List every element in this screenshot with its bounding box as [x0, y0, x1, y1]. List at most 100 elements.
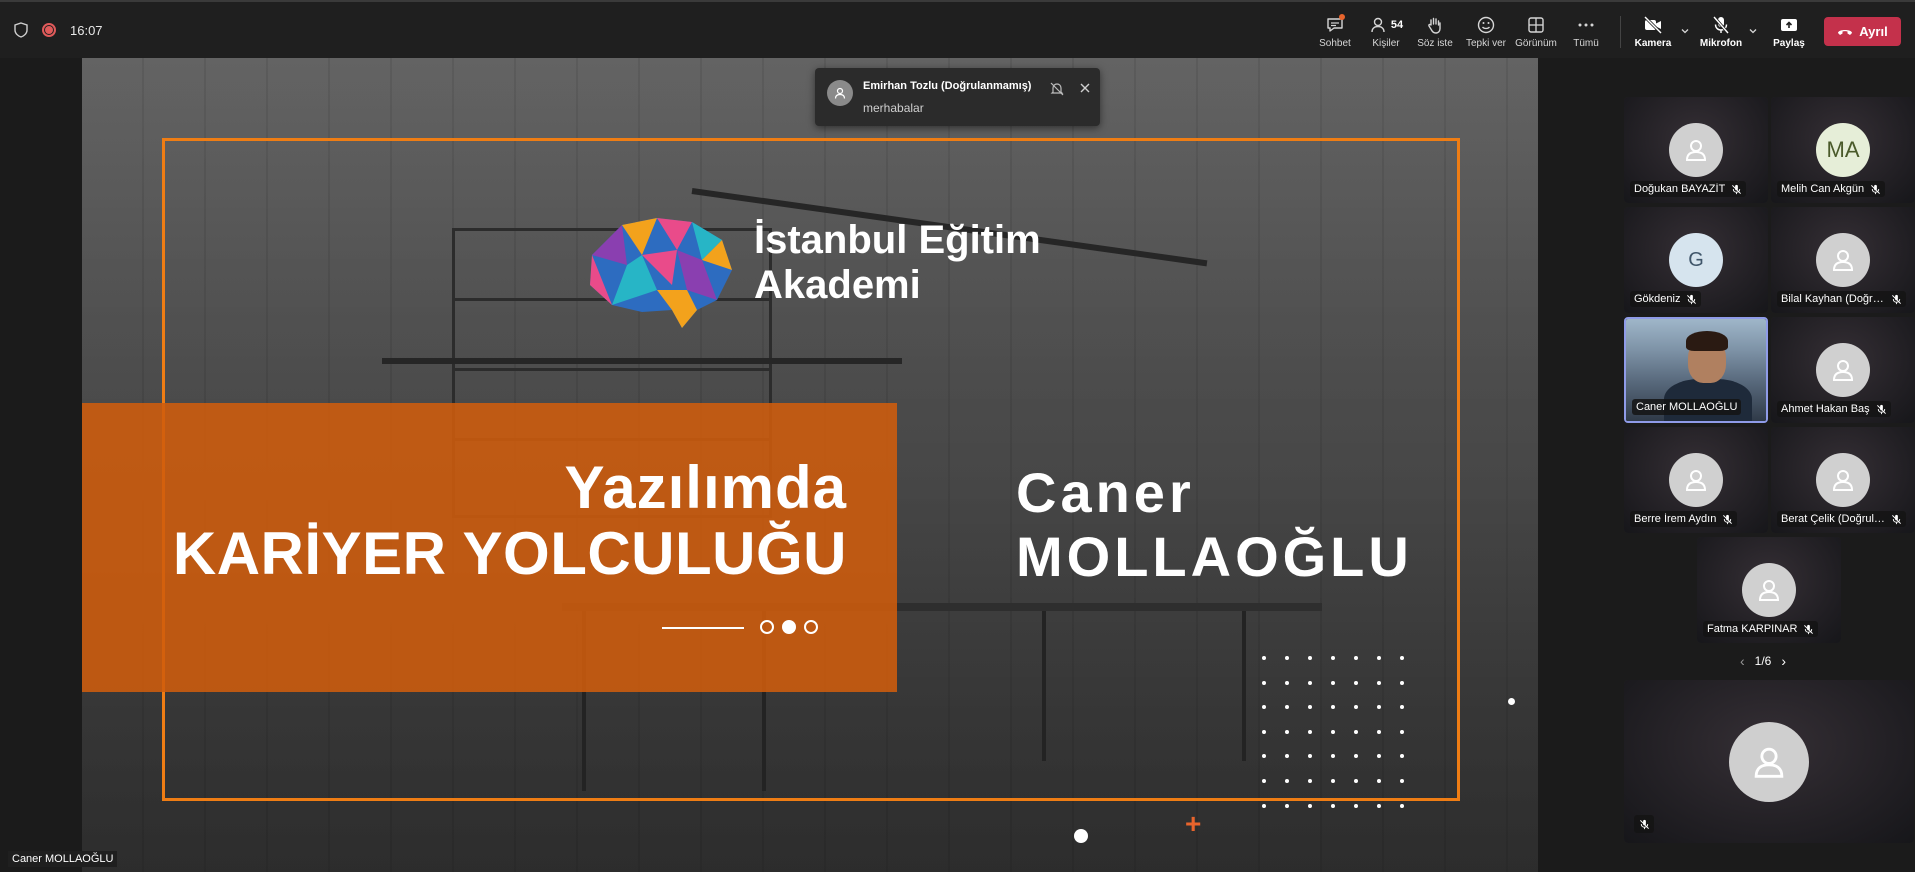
plus-icon: + — [1185, 808, 1202, 839]
mic-muted-icon — [1892, 294, 1901, 304]
video-person — [1686, 331, 1728, 351]
slide-title-line1: Yazılımda — [564, 454, 847, 521]
mic-options-chevron-icon[interactable] — [1748, 26, 1758, 36]
people-count: 54 — [1390, 19, 1404, 31]
participant-label: Bilal Kayhan (Doğrulanmamış) — [1777, 291, 1906, 307]
raise-hand-label: Söz iste — [1417, 38, 1453, 49]
initials-avatar: MA — [1816, 123, 1870, 177]
leave-label: Ayrıl — [1859, 24, 1888, 39]
presenter-last-name: MOLLAOĞLU — [1016, 525, 1413, 588]
mic-label: Mikrofon — [1699, 38, 1743, 49]
toolbar-divider — [1620, 16, 1621, 48]
decorative-line — [662, 627, 744, 629]
participant-label: Doğukan BAYAZİT — [1630, 181, 1747, 197]
notification-message: merhabalar — [863, 101, 924, 115]
mute-notifications-icon[interactable] — [1049, 81, 1065, 97]
camera-off-icon — [1643, 15, 1663, 35]
participant-label: Caner MOLLAOĞLU — [1632, 399, 1742, 415]
brand-name-line1: İstanbul Eğitim — [754, 218, 1041, 262]
participant-tile[interactable]: Bilal Kayhan (Doğrulanmamış) — [1771, 207, 1915, 313]
participant-tile[interactable]: G Gökdeniz — [1624, 207, 1768, 313]
react-label: Tepki ver — [1465, 38, 1506, 49]
participant-tile[interactable]: Berat Çelik (Doğrulanmamış) — [1771, 427, 1915, 533]
hand-icon — [1428, 17, 1441, 34]
leave-button[interactable]: Ayrıl — [1824, 17, 1901, 46]
indicator-circle — [804, 620, 818, 634]
react-button[interactable]: Tepki ver — [1462, 14, 1510, 49]
chat-notification[interactable]: Emirhan Tozlu (Doğrulanmamış) merhabalar — [815, 68, 1100, 126]
shield-icon[interactable] — [14, 22, 28, 38]
decorative-dot — [1074, 829, 1088, 843]
people-icon — [1371, 17, 1385, 33]
camera-options-chevron-icon[interactable] — [1680, 26, 1690, 36]
participant-name: Caner MOLLAOĞLU — [1636, 401, 1738, 413]
indicator-circle — [760, 620, 774, 634]
notification-sender: Emirhan Tozlu (Doğrulanmamış) — [863, 80, 1032, 92]
next-page-chevron-icon[interactable]: › — [1781, 653, 1786, 669]
more-label: Tümü — [1573, 38, 1599, 49]
share-label: Paylaş — [1773, 38, 1805, 49]
participant-name: Berre İrem Aydın — [1634, 513, 1717, 525]
person-icon — [834, 87, 846, 99]
initials-avatar: G — [1669, 233, 1723, 287]
participant-tile[interactable]: Fatma KARPINAR — [1697, 537, 1841, 643]
more-button[interactable]: Tümü — [1562, 14, 1610, 49]
recording-icon — [42, 23, 56, 37]
brain-logo-icon — [590, 218, 732, 328]
toolbar-left: 16:07 — [14, 22, 103, 38]
participant-label: Fatma KARPINAR — [1703, 621, 1819, 637]
default-avatar-icon — [1816, 453, 1870, 507]
participant-name: Doğukan BAYAZİT — [1634, 183, 1726, 195]
mic-muted-icon — [1687, 294, 1697, 304]
brand-name-line2: Akademi — [754, 263, 921, 307]
stage-speaker-label: Caner MOLLAOĞLU — [8, 851, 118, 867]
participant-name: Fatma KARPINAR — [1707, 623, 1798, 635]
participant-label: Berat Çelik (Doğrulanmamış) — [1777, 511, 1906, 527]
camera-button[interactable]: Kamera — [1629, 14, 1677, 49]
unread-badge — [1339, 14, 1345, 20]
participant-tile-active-speaker[interactable]: Caner MOLLAOĞLU — [1624, 317, 1768, 423]
gallery-pager: ‹ 1/6 › — [1740, 653, 1786, 669]
participant-tile[interactable]: MA Melih Can Akgün — [1771, 97, 1915, 203]
participant-tile[interactable]: Ahmet Hakan Baş — [1771, 317, 1915, 423]
default-avatar-icon — [1742, 563, 1796, 617]
view-label: Görünüm — [1515, 38, 1557, 49]
mic-muted-icon — [1871, 184, 1881, 194]
participant-name: Melih Can Akgün — [1781, 183, 1865, 195]
meeting-toolbar: 16:07 Sohbet 54 Kişiler Söz iste Tepki v… — [0, 0, 1915, 58]
participant-tile[interactable]: Berre İrem Aydın — [1624, 427, 1768, 533]
chat-button[interactable]: Sohbet — [1311, 14, 1359, 49]
people-button[interactable]: 54 Kişiler — [1362, 14, 1410, 49]
participant-tile[interactable]: Doğukan BAYAZİT — [1624, 97, 1768, 203]
mic-button[interactable]: Mikrofon — [1697, 14, 1745, 49]
meeting-timer: 16:07 — [70, 22, 103, 38]
share-icon — [1781, 19, 1797, 31]
participant-label: Ahmet Hakan Baş — [1777, 401, 1891, 417]
self-view-tile[interactable] — [1624, 680, 1914, 843]
presenter-first-name: Caner — [1016, 461, 1195, 524]
share-button[interactable]: Paylaş — [1765, 14, 1813, 49]
mic-muted-icon — [1634, 815, 1654, 833]
participant-name: Gökdeniz — [1634, 293, 1681, 305]
participant-name: Ahmet Hakan Baş — [1781, 403, 1870, 415]
hang-up-icon — [1838, 29, 1853, 35]
decorative-dot — [1508, 698, 1515, 705]
view-button[interactable]: Görünüm — [1512, 14, 1560, 49]
people-button-label: Kişiler — [1372, 38, 1400, 49]
dot-pattern — [1262, 656, 1423, 828]
raise-hand-button[interactable]: Söz iste — [1411, 14, 1459, 49]
participant-label: Berre İrem Aydın — [1630, 511, 1738, 527]
close-icon[interactable] — [1077, 80, 1093, 96]
participant-label: Melih Can Akgün — [1777, 181, 1886, 197]
slide-title-line2: KARİYER YOLCULUĞU — [172, 520, 847, 587]
default-avatar-icon — [1669, 123, 1723, 177]
mic-muted-icon — [1804, 624, 1814, 634]
participant-label: Gökdeniz — [1630, 291, 1702, 307]
previous-page-chevron-icon[interactable]: ‹ — [1740, 653, 1745, 669]
page-indicator: 1/6 — [1754, 654, 1772, 668]
sender-avatar — [827, 80, 853, 106]
shared-content-stage: Yazılımda KARİYER YOLCULUĞU İstanbul Eği… — [82, 58, 1538, 872]
title-band: Yazılımda KARİYER YOLCULUĞU — [82, 403, 897, 692]
mic-muted-icon — [1876, 404, 1886, 414]
default-avatar-icon — [1729, 722, 1809, 802]
